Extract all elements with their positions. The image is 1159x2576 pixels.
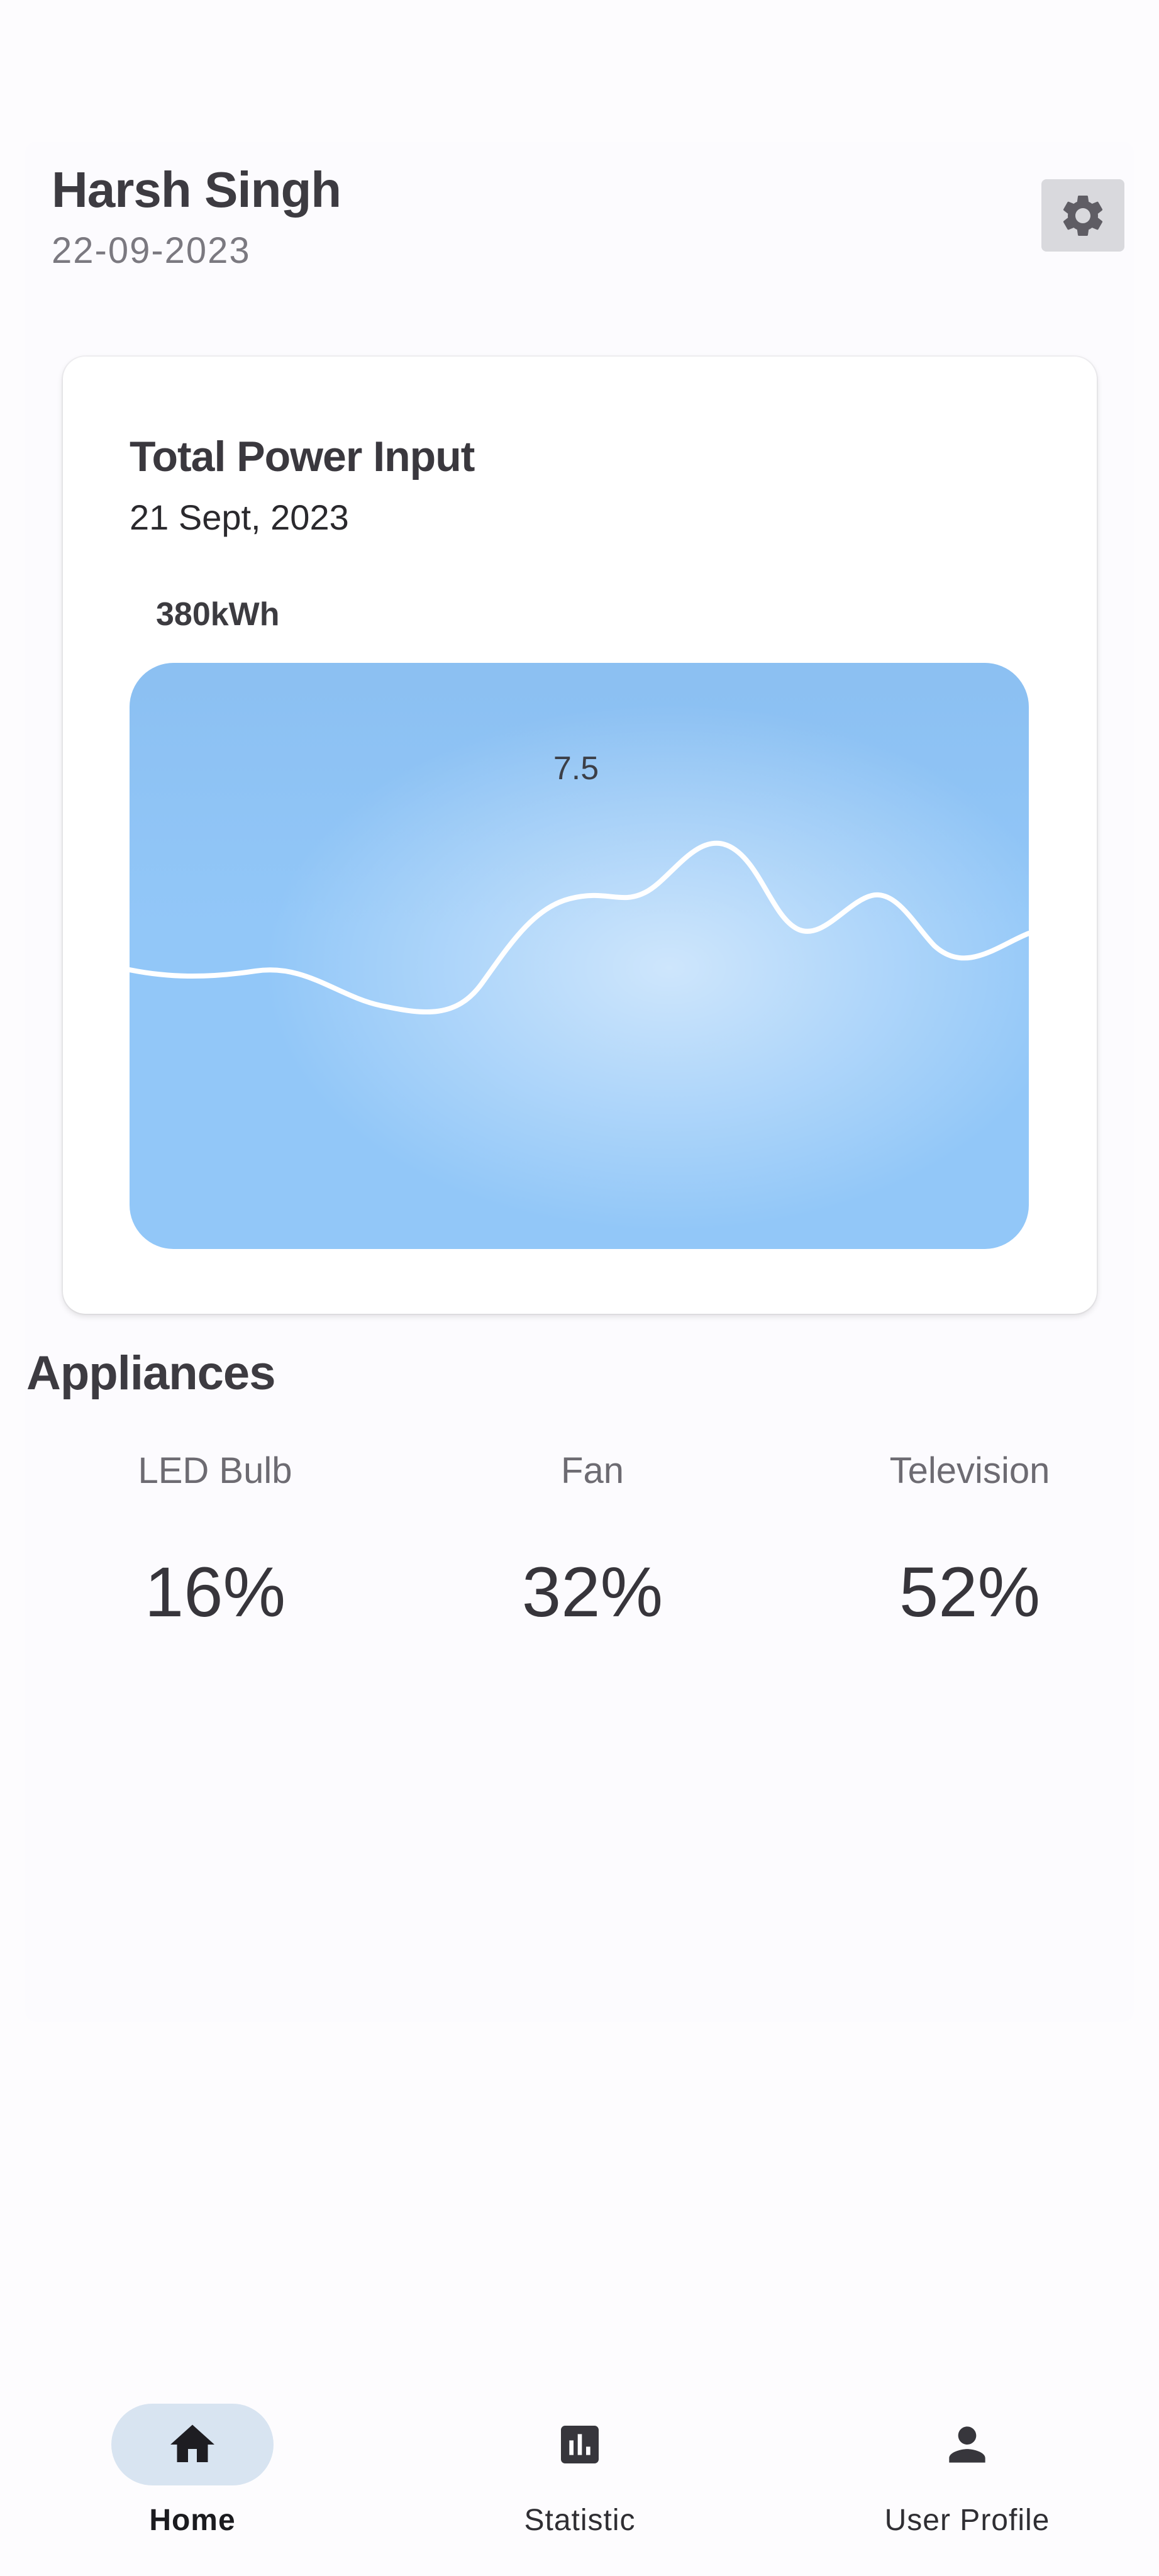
nav-active-indicator xyxy=(111,2404,274,2485)
header-date: 22-09-2023 xyxy=(52,230,251,271)
appliance-percentage: 52% xyxy=(899,1553,1041,1631)
appliance-led-bulb: LED Bulb 16% xyxy=(89,1453,341,1628)
total-power-value: 380kWh xyxy=(156,596,280,633)
bottom-navigation: Home Statistic User Profile xyxy=(0,2371,1159,2576)
person-icon xyxy=(949,2426,985,2463)
bar-chart-icon xyxy=(561,2426,599,2463)
header: Harsh Singh 22-09-2023 xyxy=(52,165,341,269)
nav-item-statistic[interactable]: Statistic xyxy=(454,2404,706,2538)
home-screen: Harsh Singh 22-09-2023 Total Power Input… xyxy=(0,0,1159,2576)
appliance-fan: Fan 32% xyxy=(467,1453,718,1628)
user-name: Harsh Singh xyxy=(52,162,341,218)
appliance-percentage: 16% xyxy=(144,1553,286,1631)
nav-label: Home xyxy=(149,2504,236,2537)
appliance-name: Fan xyxy=(561,1450,624,1491)
card-title: Total Power Input xyxy=(130,433,475,480)
settings-button[interactable] xyxy=(1041,179,1124,252)
nav-label: Statistic xyxy=(524,2504,636,2537)
appliance-name: Television xyxy=(889,1450,1050,1491)
total-power-card: Total Power Input 21 Sept, 2023 380kWh 7… xyxy=(63,357,1097,1314)
appliances-title: Appliances xyxy=(26,1346,275,1400)
appliance-percentage: 32% xyxy=(521,1553,663,1631)
card-date: 21 Sept, 2023 xyxy=(130,497,349,537)
nav-label: User Profile xyxy=(884,2504,1050,2537)
nav-item-user-profile[interactable]: User Profile xyxy=(841,2404,1093,2538)
appliance-name: LED Bulb xyxy=(138,1450,292,1491)
peak-label: 7.5 xyxy=(553,750,599,787)
nav-item-home[interactable]: Home xyxy=(67,2404,318,2538)
gear-icon xyxy=(1063,195,1103,236)
power-chart: 7.5 xyxy=(130,663,1029,1249)
home-icon xyxy=(170,2424,214,2462)
appliance-television: Television 52% xyxy=(844,1453,1095,1628)
